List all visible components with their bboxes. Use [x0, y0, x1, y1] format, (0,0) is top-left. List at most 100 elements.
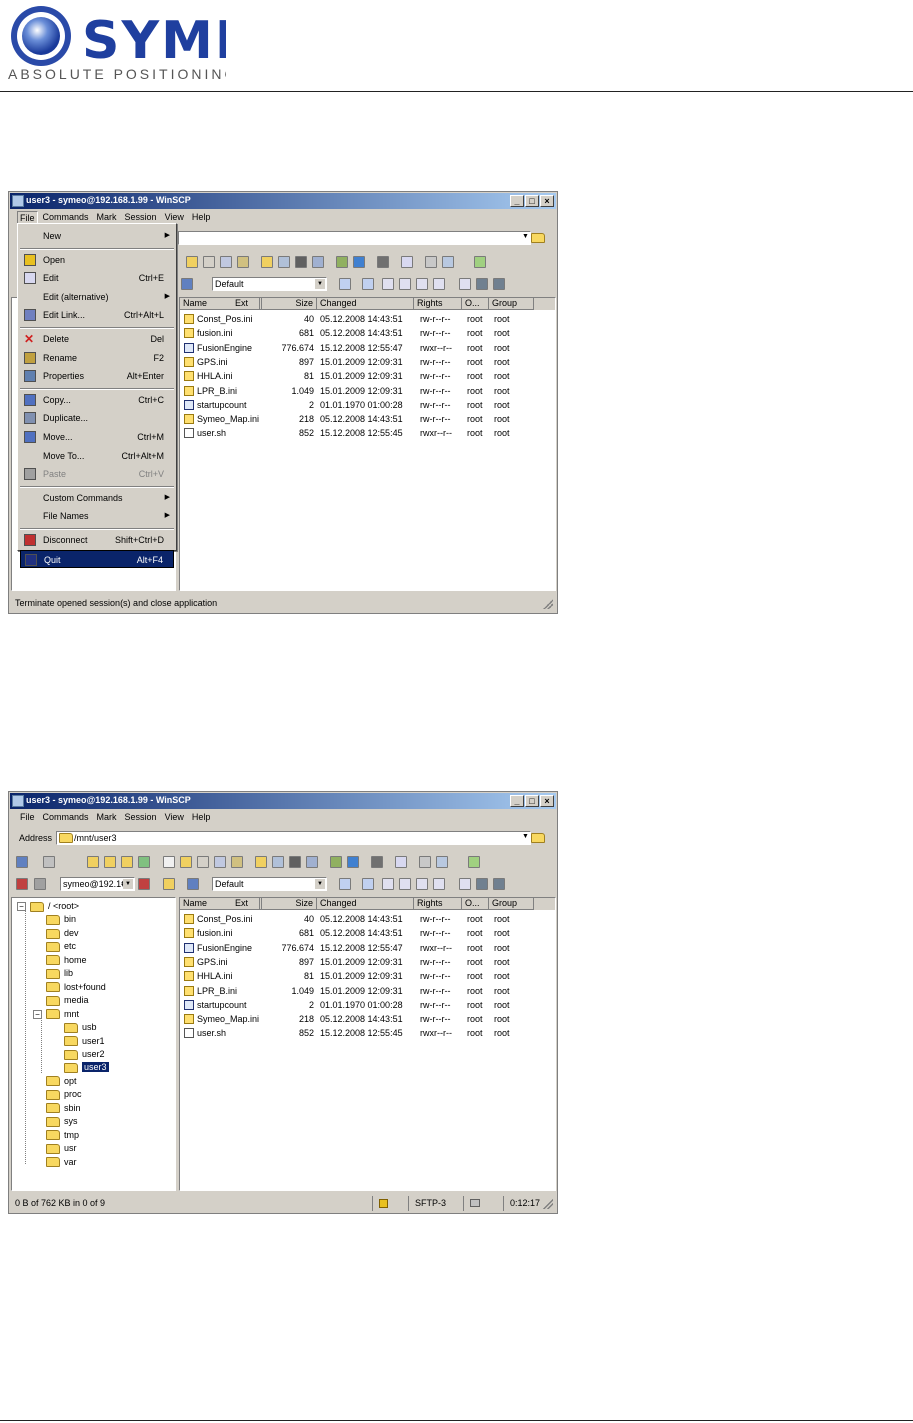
- menu-help[interactable]: Help: [192, 211, 211, 224]
- open-folder-icon[interactable]: [531, 233, 545, 243]
- file-row[interactable]: LPR_B.ini 1.049 15.01.2009 12:09:31 rw-r--r…: [180, 984, 555, 998]
- sort-size-icon[interactable]: [399, 878, 411, 890]
- menu-mark[interactable]: Mark: [97, 811, 117, 824]
- sort-rights-icon[interactable]: [433, 878, 445, 890]
- file-list[interactable]: Name Ext Size Changed Rights O... Group Const_P…: [179, 297, 556, 591]
- close-button[interactable]: ×: [540, 195, 554, 207]
- terminal-icon[interactable]: [295, 256, 307, 268]
- transfer-preset-combo[interactable]: Default ▼: [212, 277, 327, 291]
- tree-node[interactable]: tmp: [46, 1129, 79, 1142]
- file-menu-item-copy[interactable]: Copy... Ctrl+C: [20, 391, 174, 409]
- column-header-changed[interactable]: Changed: [317, 298, 414, 310]
- column-header-ext[interactable]: Ext: [232, 298, 262, 310]
- preferences-icon[interactable]: [436, 856, 448, 868]
- compare-icon[interactable]: [278, 256, 290, 268]
- save-icon[interactable]: [187, 878, 199, 890]
- sort-name-icon[interactable]: [362, 278, 374, 290]
- file-row[interactable]: user.sh 852 15.12.2008 12:55:45 rwxr--r-- ro…: [180, 1026, 555, 1040]
- file-row[interactable]: Symeo_Map.ini 218 05.12.2008 14:43:51 rw-r-…: [180, 412, 555, 426]
- sort-ascending-icon[interactable]: [339, 278, 351, 290]
- menu-view[interactable]: View: [165, 811, 184, 824]
- disconnect-icon[interactable]: [16, 878, 28, 890]
- file-row[interactable]: fusion.ini 681 05.12.2008 14:43:51 rw-r--r-…: [180, 326, 555, 340]
- file-menu-item-edit-link[interactable]: Edit Link... Ctrl+Alt+L: [20, 306, 174, 324]
- file-menu-item-open[interactable]: Open: [20, 251, 174, 269]
- transfer-preset-combo[interactable]: Default ▼: [212, 877, 327, 891]
- file-menu-item-duplicate[interactable]: Duplicate...: [20, 409, 174, 427]
- open-session-icon[interactable]: [34, 878, 46, 890]
- sort-ext-icon[interactable]: [382, 878, 394, 890]
- file-row[interactable]: user.sh 852 15.12.2008 12:55:45 rwxr--r-- ro…: [180, 426, 555, 440]
- file-row[interactable]: Const_Pos.ini 40 05.12.2008 14:43:51 rw-r--…: [180, 312, 555, 326]
- sort-date-icon[interactable]: [416, 878, 428, 890]
- column-header-size[interactable]: Size: [262, 298, 317, 310]
- column-header-size[interactable]: Size: [262, 898, 317, 910]
- tree-node[interactable]: lib: [46, 967, 73, 980]
- terminal-icon[interactable]: [289, 856, 301, 868]
- file-menu-item-paste[interactable]: Paste Ctrl+V: [20, 465, 174, 483]
- file-row[interactable]: GPS.ini 897 15.01.2009 12:09:31 rw-r--r-- ro…: [180, 955, 555, 969]
- resize-grip-icon[interactable]: [543, 599, 553, 609]
- close-button[interactable]: ×: [540, 795, 554, 807]
- sort-group-alt-icon[interactable]: [493, 278, 505, 290]
- delete-icon[interactable]: [197, 856, 209, 868]
- upload-icon[interactable]: [186, 256, 198, 268]
- file-row[interactable]: HHLA.ini 81 15.01.2009 12:09:31 rw-r--r-- ro…: [180, 969, 555, 983]
- tree-node[interactable]: user1: [64, 1035, 105, 1048]
- file-row[interactable]: Symeo_Map.ini 218 05.12.2008 14:43:51 rw-r-…: [180, 1012, 555, 1026]
- chevron-down-icon[interactable]: ▼: [522, 233, 530, 242]
- tree-toggle-icon[interactable]: [474, 256, 486, 268]
- column-header-owner[interactable]: O...: [462, 298, 489, 310]
- new-session-icon[interactable]: [138, 878, 150, 890]
- column-header-rights[interactable]: Rights: [414, 898, 462, 910]
- file-row[interactable]: fusion.ini 681 05.12.2008 14:43:51 rw-r--r-…: [180, 926, 555, 940]
- maximize-button[interactable]: □: [525, 195, 539, 207]
- file-row[interactable]: Const_Pos.ini 40 05.12.2008 14:43:51 rw-r--…: [180, 912, 555, 926]
- open-folder-icon[interactable]: [531, 833, 545, 843]
- file-menu-item-custom-commands[interactable]: Custom Commands ▶: [20, 489, 174, 507]
- sort-rights-icon[interactable]: [433, 278, 445, 290]
- save-icon[interactable]: [181, 278, 193, 290]
- menu-help[interactable]: Help: [192, 811, 211, 824]
- parent-dir-icon[interactable]: [87, 856, 99, 868]
- tree-node[interactable]: sbin: [46, 1102, 81, 1115]
- new-folder-icon[interactable]: [261, 256, 273, 268]
- menu-commands[interactable]: Commands: [43, 811, 89, 824]
- file-row[interactable]: FusionEngine 776.674 15.12.2008 12:55:47 rw…: [180, 341, 555, 355]
- menu-session[interactable]: Session: [125, 811, 157, 824]
- synchronize-icon[interactable]: [336, 256, 348, 268]
- file-row[interactable]: LPR_B.ini 1.049 15.01.2009 12:09:31 rw-r--r…: [180, 384, 555, 398]
- file-menu-item-properties[interactable]: Properties Alt+Enter: [20, 367, 174, 385]
- file-menu-item-move[interactable]: Move... Ctrl+M: [20, 428, 174, 446]
- edit-icon[interactable]: [163, 856, 175, 868]
- tree-node[interactable]: etc: [46, 940, 76, 953]
- sort-owner-icon[interactable]: [459, 878, 471, 890]
- tree-node[interactable]: lost+found: [46, 981, 106, 994]
- gear-icon[interactable]: [377, 256, 389, 268]
- tree-node[interactable]: usb: [64, 1021, 97, 1034]
- column-header-owner[interactable]: O...: [462, 898, 489, 910]
- file-row[interactable]: startupcount 2 01.01.1970 01:00:28 rw-r--r-…: [180, 998, 555, 1012]
- resize-grip-icon[interactable]: [543, 1199, 553, 1209]
- delete-icon[interactable]: [203, 256, 215, 268]
- sort-name-icon[interactable]: [362, 878, 374, 890]
- tree-toggle-icon[interactable]: [468, 856, 480, 868]
- tree-node[interactable]: sys: [46, 1115, 78, 1128]
- file-row[interactable]: FusionEngine 776.674 15.12.2008 12:55:47 rw…: [180, 941, 555, 955]
- sort-ext-icon[interactable]: [382, 278, 394, 290]
- column-header-group[interactable]: Group: [489, 298, 534, 310]
- chevron-down-icon[interactable]: ▼: [522, 833, 530, 842]
- tree-node[interactable]: opt: [46, 1075, 77, 1088]
- refresh-icon[interactable]: [353, 256, 365, 268]
- column-header-ext[interactable]: Ext: [232, 898, 262, 910]
- file-row[interactable]: HHLA.ini 81 15.01.2009 12:09:31 rw-r--r-- ro…: [180, 369, 555, 383]
- tree-node[interactable]: / <root>: [30, 900, 79, 913]
- tree-node[interactable]: mnt: [46, 1008, 79, 1021]
- forward-icon[interactable]: [43, 856, 55, 868]
- tree-node[interactable]: var: [46, 1156, 77, 1169]
- tree-node[interactable]: bin: [46, 913, 76, 926]
- queue-icon[interactable]: [419, 856, 431, 868]
- file-list[interactable]: Name Ext Size Changed Rights O... Group Const_P…: [179, 897, 556, 1191]
- session-combo[interactable]: symeo@192.1€ ▼: [60, 877, 135, 891]
- sort-size-icon[interactable]: [399, 278, 411, 290]
